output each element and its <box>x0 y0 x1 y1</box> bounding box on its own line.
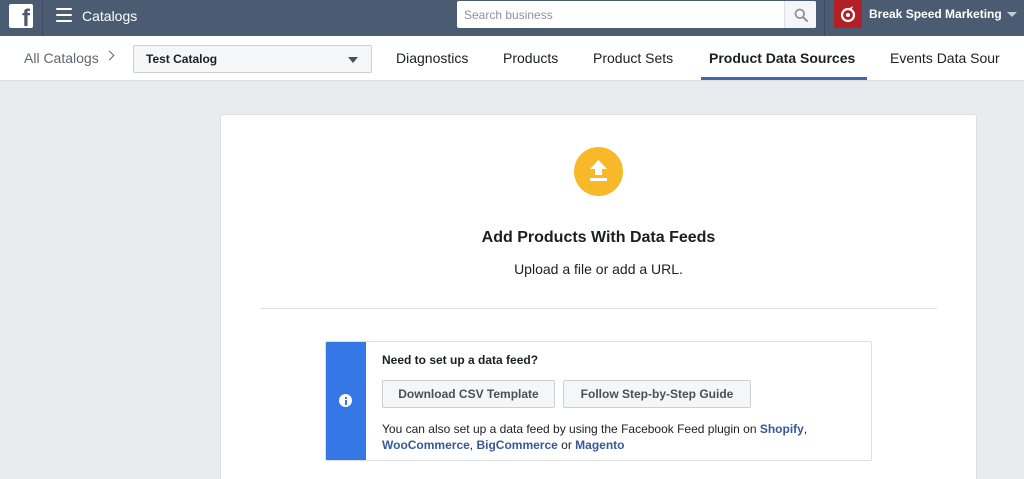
brand-logo-icon <box>840 6 856 23</box>
data-feed-card: Add Products With Data Feeds Upload a fi… <box>220 114 977 479</box>
link-shopify[interactable]: Shopify <box>760 422 804 436</box>
facebook-logo-letter: f <box>22 5 30 32</box>
facebook-logo-icon[interactable]: f <box>9 4 33 32</box>
download-csv-template-button[interactable]: Download CSV Template <box>382 380 555 408</box>
search-input[interactable] <box>457 1 784 28</box>
info-text: You can also set up a data feed by using… <box>382 421 852 453</box>
brand-avatar-icon[interactable] <box>834 0 862 28</box>
search-box <box>457 1 816 28</box>
info-text-sep: or <box>557 438 576 452</box>
info-heading: Need to set up a data feed? <box>382 353 539 367</box>
breadcrumb-all-catalogs[interactable]: All Catalogs <box>24 50 99 66</box>
upload-icon <box>574 147 623 196</box>
app-title[interactable]: Catalogs <box>82 7 137 25</box>
search-icon <box>794 8 808 22</box>
tab-products[interactable]: Products <box>503 50 558 66</box>
caret-down-icon[interactable] <box>1007 12 1017 17</box>
business-name[interactable]: Break Speed Marketing <box>869 6 1002 22</box>
link-magento[interactable]: Magento <box>575 438 624 452</box>
catalog-selected-value: Test Catalog <box>146 52 218 66</box>
catalog-selector[interactable]: Test Catalog <box>133 45 372 73</box>
card-subtitle: Upload a file or add a URL. <box>514 261 683 277</box>
upload-arrow-icon <box>590 160 607 181</box>
step-by-step-guide-button[interactable]: Follow Step-by-Step Guide <box>563 380 751 408</box>
info-text-prefix: You can also set up a data feed by using… <box>382 422 760 436</box>
tab-events-data-sources[interactable]: Events Data Sour <box>890 50 1000 66</box>
tab-product-data-sources[interactable]: Product Data Sources <box>709 50 855 66</box>
card-title: Add Products With Data Feeds <box>481 229 716 246</box>
topbar-divider-right <box>824 0 825 36</box>
active-tab-indicator <box>701 77 867 80</box>
link-woocommerce[interactable]: WooCommerce <box>382 438 470 452</box>
tab-product-sets[interactable]: Product Sets <box>593 50 673 66</box>
info-bar <box>326 342 366 460</box>
info-icon <box>339 394 352 407</box>
top-bar: f Catalogs Break Speed Marketing <box>0 0 1024 36</box>
card-divider <box>261 308 937 309</box>
info-text-sep: , <box>803 422 808 436</box>
tab-diagnostics[interactable]: Diagnostics <box>396 50 468 66</box>
hamburger-menu-icon[interactable] <box>56 8 72 24</box>
search-button[interactable] <box>784 1 816 28</box>
chevron-right-icon <box>104 50 115 61</box>
link-bigcommerce[interactable]: BigCommerce <box>476 438 557 452</box>
sub-navigation: All Catalogs Test Catalog Diagnostics Pr… <box>0 36 1024 81</box>
topbar-divider <box>42 0 43 36</box>
data-feed-info-box: Need to set up a data feed? Download CSV… <box>325 341 872 461</box>
caret-down-icon <box>348 57 358 63</box>
